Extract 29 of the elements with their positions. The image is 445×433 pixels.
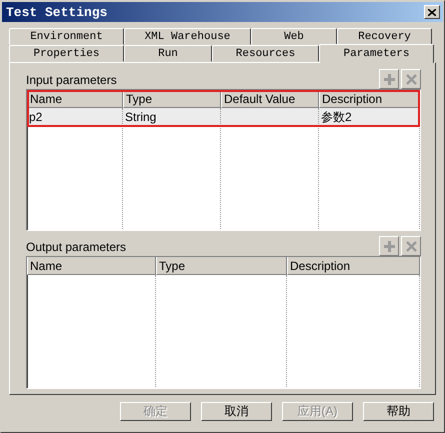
remove-button[interactable] [401, 236, 421, 256]
dialog-button[interactable]: 帮助 [363, 402, 434, 421]
tab[interactable]: Parameters [319, 44, 434, 63]
window-title: Test Settings [6, 4, 108, 20]
tab[interactable]: Run [124, 45, 212, 62]
tab[interactable]: Environment [9, 28, 124, 45]
tab[interactable]: Properties [9, 45, 124, 62]
tab[interactable]: Web [251, 28, 337, 45]
add-button[interactable] [379, 69, 399, 89]
plus-icon [384, 74, 394, 84]
column-header[interactable]: Name [27, 257, 156, 275]
close-button[interactable] [424, 5, 440, 19]
column-header[interactable]: Description [287, 257, 420, 275]
table-cell: 参数2 [319, 108, 420, 126]
close-icon [406, 74, 416, 84]
dialog-button[interactable]: 取消 [201, 402, 272, 421]
section-label: Input parameters [26, 73, 117, 89]
table-cell: String [123, 108, 221, 126]
close-icon [428, 8, 436, 16]
tab[interactable]: Resources [212, 45, 319, 62]
table-cell: p2 [27, 108, 123, 126]
add-button[interactable] [379, 236, 399, 256]
tab[interactable]: Recovery [337, 28, 432, 45]
close-icon [406, 240, 416, 252]
section-label: Output parameters [26, 240, 126, 256]
remove-button[interactable] [401, 69, 421, 89]
tab[interactable]: XML Warehouse [124, 28, 251, 45]
plus-icon [384, 240, 394, 252]
column-header[interactable]: Type [156, 257, 287, 275]
